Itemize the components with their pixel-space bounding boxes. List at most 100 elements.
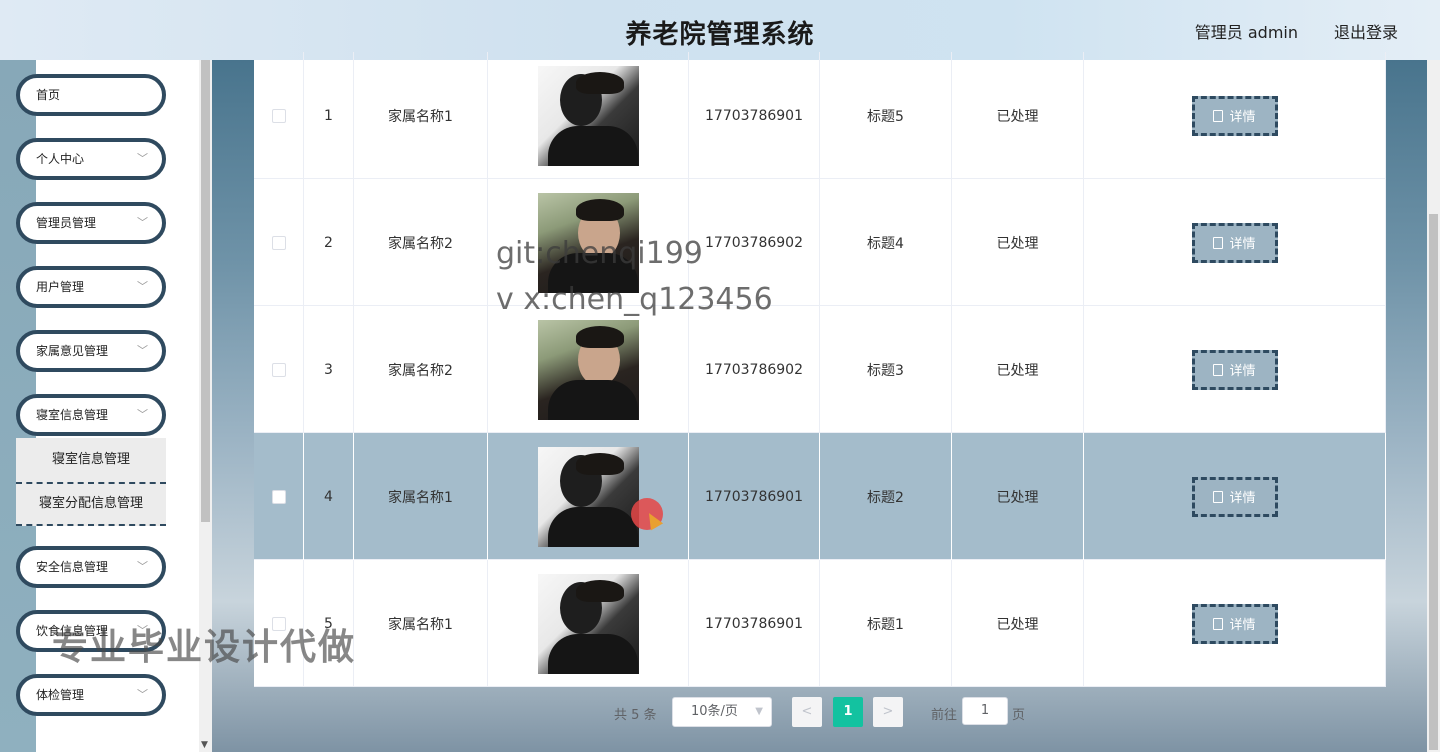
cell-text: 标题4 — [867, 235, 904, 252]
table-cell-phone: 17703786901 — [689, 560, 820, 687]
cell-text: 2 — [324, 234, 333, 251]
watermark-git: git:chenqi199 — [496, 236, 703, 271]
main-scrollbar-thumb[interactable] — [1429, 214, 1438, 750]
sidebar-item[interactable]: 家属意见管理 ﹀ — [16, 330, 166, 372]
sidebar-item-label: 首页 — [36, 88, 61, 102]
table-cell-photo — [488, 306, 689, 433]
cell-text: 已处理 — [996, 362, 1039, 379]
sidebar-item[interactable]: 寝室信息管理 ﹀ — [16, 394, 166, 436]
detail-button[interactable]: 详情 — [1191, 349, 1278, 390]
detail-button[interactable]: 详情 — [1191, 603, 1278, 644]
cell-text: 标题2 — [867, 489, 904, 506]
row-checkbox[interactable] — [271, 362, 286, 377]
table-cell-family-name: 家属名称1 — [354, 52, 488, 179]
sidebar-item-label: 家属意见管理 — [36, 344, 109, 358]
photo-hair — [575, 579, 624, 602]
logout-link[interactable]: 退出登录 — [1334, 19, 1398, 43]
admin-user-label: 管理员 admin — [1194, 23, 1298, 42]
table-cell-status: 已处理 — [952, 52, 1084, 179]
table-cell-phone: 17703786901 — [689, 433, 820, 560]
photo-hair — [575, 198, 624, 221]
sidebar-item[interactable]: 首页 — [16, 74, 166, 116]
watermark-wechat: v x:chen_q123456 — [496, 282, 773, 317]
data-table: 1 家属名称1 17703786901 标题5 已处理 详情 2 家属名称2 177037869… — [254, 52, 1386, 687]
app-header: 养老院管理系统 管理员 admin 退出登录 — [0, 0, 1440, 60]
table-cell-photo — [488, 52, 689, 179]
row-checkbox[interactable] — [271, 489, 286, 504]
detail-button-label: 详情 — [1229, 237, 1256, 252]
sidebar-item[interactable]: 用户管理 ﹀ — [16, 266, 166, 308]
sidebar-item-label: 寝室信息管理 — [36, 408, 109, 422]
prev-page-button[interactable]: < — [792, 697, 822, 727]
row-checkbox[interactable] — [271, 235, 286, 250]
cell-text: 家属名称2 — [388, 362, 453, 379]
pagination: 共 5 条 10条/页 ▼ < 1 > 前往 1 页 — [0, 697, 1440, 729]
table-cell-status: 已处理 — [952, 433, 1084, 560]
page-size-select[interactable]: 10条/页 ▼ — [672, 697, 772, 727]
chevron-down-icon: ﹀ — [137, 216, 148, 229]
table-cell-index: 4 — [304, 433, 354, 560]
table-cell-family-name: 家属名称1 — [354, 433, 488, 560]
chevron-down-icon: ▼ — [755, 706, 763, 717]
table-cell-index: 2 — [304, 179, 354, 306]
goto-label: 前往 — [931, 708, 958, 723]
family-photo — [537, 319, 639, 420]
submenu-item[interactable]: 寝室信息管理 — [16, 438, 166, 482]
detail-button-label: 详情 — [1229, 110, 1256, 125]
goto-page-input[interactable]: 1 — [962, 697, 1008, 725]
chevron-down-icon: ﹀ — [137, 344, 148, 357]
cell-text: 17703786901 — [705, 107, 803, 124]
cell-text: 已处理 — [996, 108, 1039, 125]
cell-text: 4 — [324, 488, 333, 505]
document-icon — [1213, 490, 1224, 503]
detail-button-label: 详情 — [1229, 364, 1256, 379]
table-cell-status: 已处理 — [952, 560, 1084, 687]
table-cell-title: 标题5 — [820, 52, 952, 179]
table-cell-photo — [488, 560, 689, 687]
table-row: 1 家属名称1 17703786901 标题5 已处理 详情 — [254, 52, 1386, 179]
submenu-item[interactable]: 寝室分配信息管理 — [16, 482, 166, 526]
chevron-down-icon: ﹀ — [137, 560, 148, 573]
table-cell-family-name: 家属名称1 — [354, 560, 488, 687]
cell-text: 标题1 — [867, 616, 904, 633]
next-page-button[interactable]: > — [873, 697, 903, 727]
cell-text: 17703786902 — [705, 234, 803, 251]
page-number-button[interactable]: 1 — [833, 697, 863, 727]
sidebar-item[interactable]: 管理员管理 ﹀ — [16, 202, 166, 244]
table-cell-action: 详情 — [1084, 306, 1386, 433]
document-icon — [1213, 363, 1224, 376]
cell-text: 17703786901 — [705, 615, 803, 632]
table-cell-title: 标题2 — [820, 433, 952, 560]
photo-hair — [575, 325, 624, 348]
detail-button-label: 详情 — [1229, 618, 1256, 633]
sidebar-item[interactable]: 个人中心 ﹀ — [16, 138, 166, 180]
main-scrollbar[interactable] — [1427, 60, 1440, 752]
goto-suffix: 页 — [1012, 708, 1026, 723]
sidebar-item-label: 管理员管理 — [36, 216, 97, 230]
table-cell-check — [254, 179, 304, 306]
cell-text: 家属名称2 — [388, 235, 453, 252]
row-checkbox[interactable] — [271, 108, 286, 123]
cell-text: 17703786902 — [705, 361, 803, 378]
cell-text: 已处理 — [996, 489, 1039, 506]
table-cell-family-name: 家属名称2 — [354, 179, 488, 306]
table-cell-status: 已处理 — [952, 179, 1084, 306]
sidebar-item[interactable]: 安全信息管理 ﹀ — [16, 546, 166, 588]
cell-text: 已处理 — [996, 616, 1039, 633]
detail-button[interactable]: 详情 — [1191, 95, 1278, 136]
table-cell-photo — [488, 433, 689, 560]
cell-text: 3 — [324, 361, 333, 378]
table-row: 4 家属名称1 17703786901 标题2 已处理 详情 — [254, 433, 1386, 560]
photo-body — [547, 379, 638, 420]
document-icon — [1213, 109, 1224, 122]
cell-text: 1 — [324, 107, 333, 124]
table-cell-status: 已处理 — [952, 306, 1084, 433]
chevron-down-icon: ﹀ — [137, 280, 148, 293]
scroll-down-icon[interactable]: ▼ — [201, 740, 208, 750]
table-cell-check — [254, 433, 304, 560]
detail-button[interactable]: 详情 — [1191, 222, 1278, 263]
detail-button[interactable]: 详情 — [1191, 476, 1278, 517]
sidebar-scrollbar-thumb[interactable] — [201, 60, 210, 522]
chevron-down-icon: ﹀ — [137, 408, 148, 421]
table-row: 5 家属名称1 17703786901 标题1 已处理 详情 — [254, 560, 1386, 687]
